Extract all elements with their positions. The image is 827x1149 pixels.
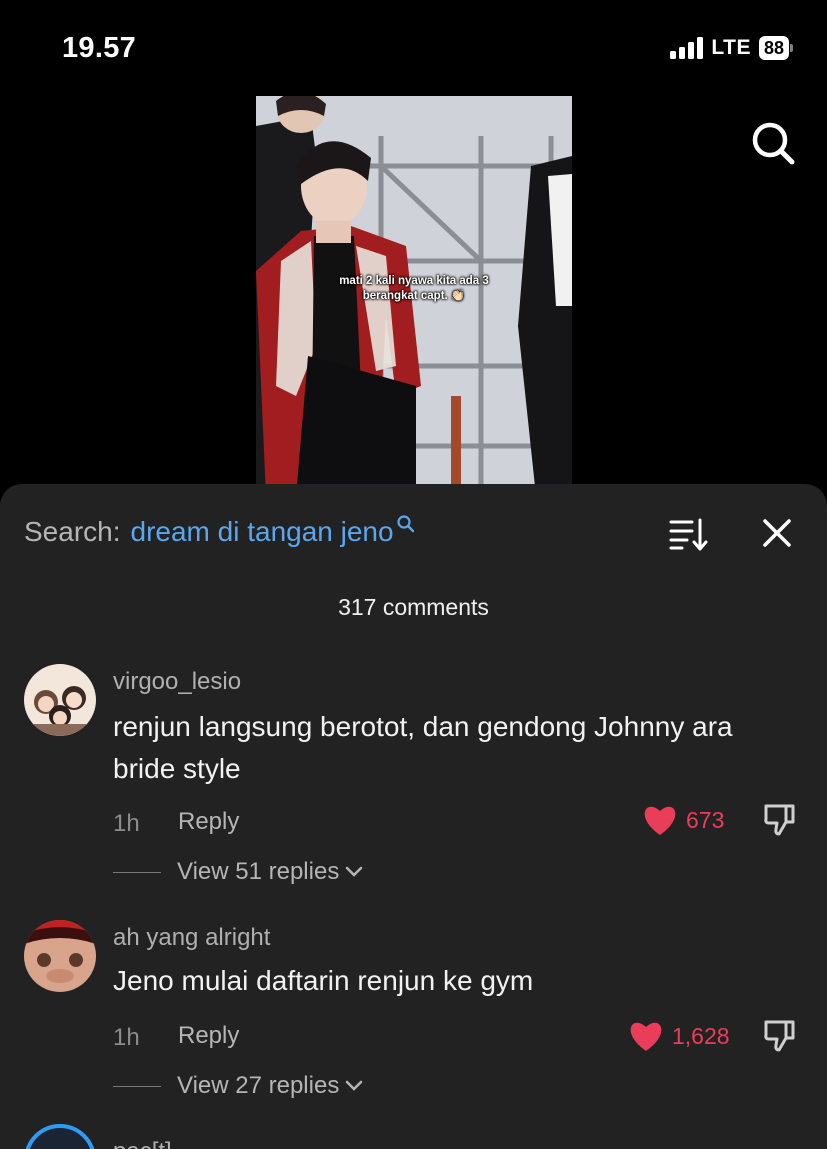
comment-count: 317 comments <box>338 594 489 620</box>
comments-sheet: Search: dream di tangan jeno 317 comment… <box>0 484 827 1149</box>
avatar[interactable] <box>24 664 96 736</box>
search-label: Search: <box>24 516 121 547</box>
close-icon <box>763 519 791 547</box>
like-button[interactable]: 1,628 <box>628 1020 730 1052</box>
close-button[interactable] <box>760 516 794 550</box>
caption-line-2: berangkat capt. 👏🏻 <box>362 290 466 302</box>
search-button[interactable] <box>749 119 797 167</box>
video-caption: mati 2 kali nyawa kita ada 3 berangkat c… <box>256 274 572 304</box>
view-replies-button[interactable]: View 51 replies <box>113 858 363 886</box>
sort-button[interactable] <box>668 516 708 552</box>
sort-icon <box>669 518 708 551</box>
battery-level: 88 <box>758 36 789 60</box>
heart-icon <box>644 806 676 835</box>
view-replies-label: View 27 replies <box>177 1072 340 1099</box>
network-type: LTE <box>711 36 751 59</box>
chevron-down-icon <box>346 1080 363 1091</box>
reply-button[interactable]: Reply <box>178 808 239 836</box>
comment-username[interactable]: ah yang alright <box>113 924 270 952</box>
search-mini-icon <box>396 515 414 533</box>
dislike-button[interactable] <box>762 1018 798 1054</box>
video-thumbnail[interactable]: mati 2 kali nyawa kita ada 3 berangkat c… <box>256 96 572 496</box>
reply-button[interactable]: Reply <box>178 1022 239 1050</box>
comment-username[interactable]: pac[t] <box>113 1138 172 1149</box>
comment-time: 1h <box>113 1024 140 1051</box>
comment-text: Jeno mulai daftarin renjun ke gym <box>113 965 534 996</box>
like-count: 1,628 <box>672 1022 730 1049</box>
battery-icon: 88 <box>758 36 793 60</box>
heart-icon <box>630 1022 662 1051</box>
search-query-link[interactable]: dream di tangan jeno <box>131 516 394 548</box>
status-indicators: LTE 88 <box>670 36 793 60</box>
search-suggestion[interactable]: Search: dream di tangan jeno <box>24 515 416 548</box>
caption-line-1: mati 2 kali nyawa kita ada 3 <box>339 275 489 287</box>
like-count: 673 <box>686 806 725 833</box>
status-time: 19.57 <box>62 32 137 64</box>
avatar[interactable] <box>24 920 96 992</box>
signal-icon <box>670 37 704 59</box>
view-replies-label: View 51 replies <box>177 858 340 885</box>
like-button[interactable]: 673 <box>642 804 724 836</box>
comment-time: 1h <box>113 810 140 837</box>
comment-text: renjun langsung berotot, dan gendong Joh… <box>113 711 733 784</box>
comment-username[interactable]: virgoo_lesio <box>113 668 241 696</box>
thumbs-down-icon <box>764 1020 795 1052</box>
search-icon <box>752 122 795 165</box>
avatar[interactable] <box>24 1124 96 1149</box>
dislike-button[interactable] <box>762 802 798 838</box>
chevron-down-icon <box>346 866 363 877</box>
view-replies-button[interactable]: View 27 replies <box>113 1072 363 1100</box>
thumbs-down-icon <box>764 804 795 836</box>
